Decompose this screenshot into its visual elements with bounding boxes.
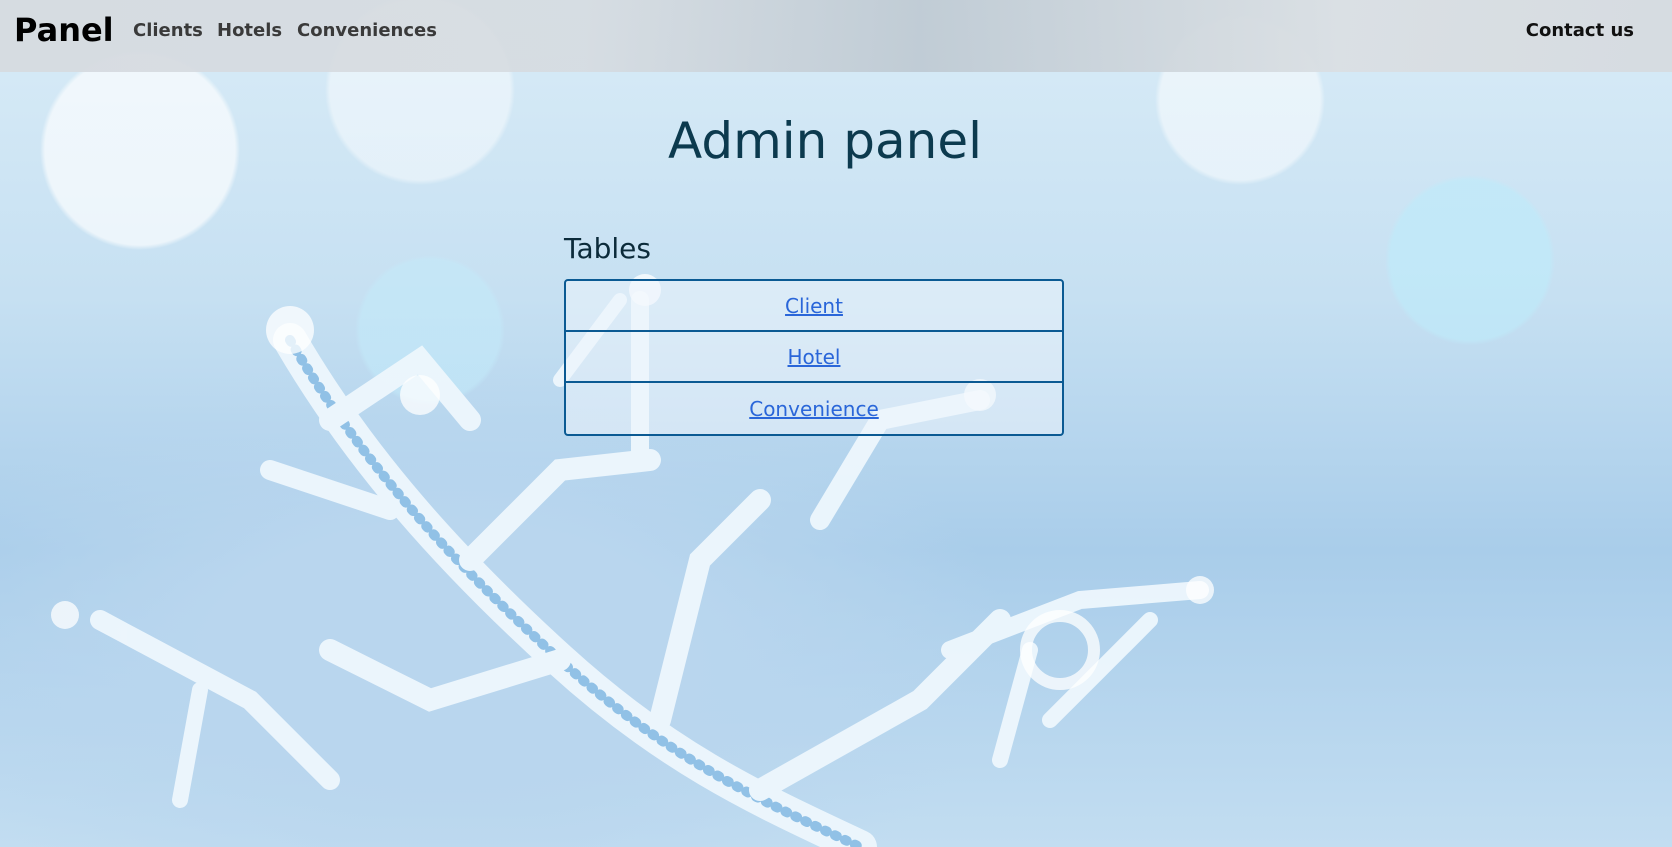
tables-list-item-client: Client — [566, 281, 1062, 332]
brand-logo-link[interactable]: Panel — [14, 10, 114, 50]
nav-link-hotels[interactable]: Hotels — [217, 20, 282, 42]
nav-link-contact-us[interactable]: Contact us — [1526, 20, 1634, 42]
top-navbar: Panel Clients Hotels Conveniences Contac… — [0, 0, 1672, 72]
nav-link-conveniences[interactable]: Conveniences — [297, 20, 437, 42]
tables-list-item-hotel: Hotel — [566, 332, 1062, 383]
nav-link-clients[interactable]: Clients — [133, 20, 203, 42]
tables-list-item-convenience: Convenience — [566, 383, 1062, 434]
table-link-convenience[interactable]: Convenience — [749, 397, 879, 421]
tables-heading: Tables — [564, 232, 651, 265]
table-link-client[interactable]: Client — [785, 294, 843, 318]
tables-list: Client Hotel Convenience — [564, 279, 1064, 436]
table-link-hotel[interactable]: Hotel — [788, 345, 841, 369]
page-title: Admin panel — [668, 112, 982, 170]
